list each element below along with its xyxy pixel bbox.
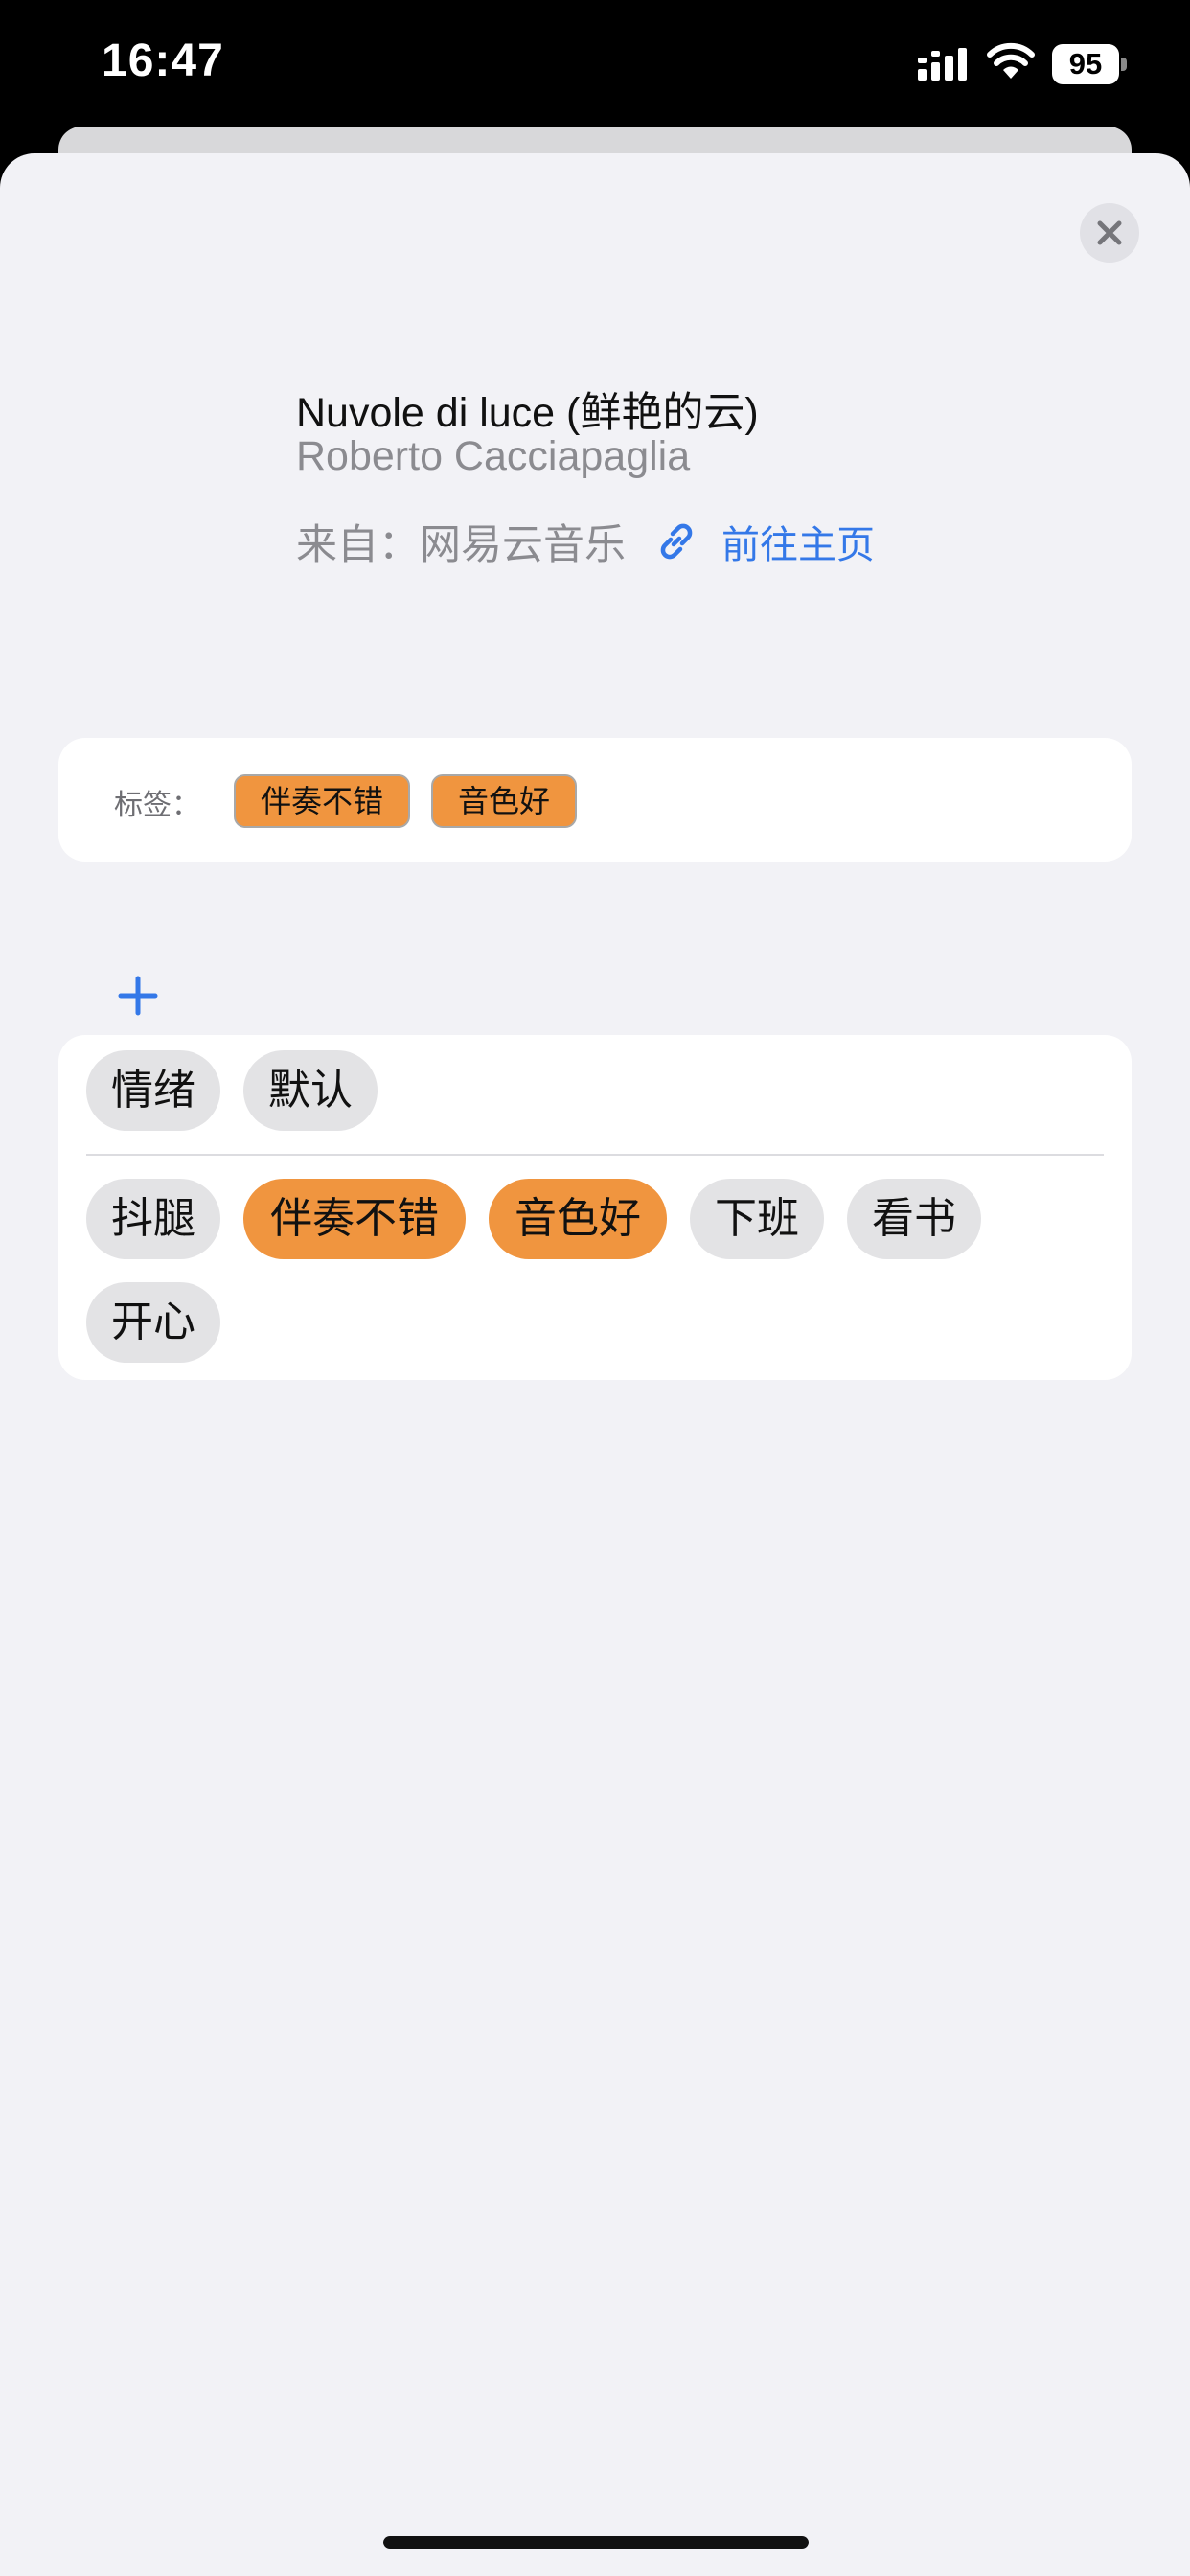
song-title: Nuvole di luce (鲜艳的云): [296, 390, 759, 436]
tag-option[interactable]: 下班: [690, 1179, 824, 1259]
close-button[interactable]: [1080, 203, 1139, 263]
tag-option-selected[interactable]: 伴奏不错: [243, 1179, 466, 1259]
category-chip[interactable]: 情绪: [86, 1050, 220, 1131]
status-time: 16:47: [102, 35, 224, 86]
battery-tip: [1121, 58, 1127, 71]
song-artist: Roberto Cacciapaglia: [296, 433, 691, 479]
tag-option[interactable]: 看书: [847, 1179, 981, 1259]
divider: [86, 1154, 1104, 1156]
tags-label: 标签：: [114, 790, 200, 821]
home-indicator[interactable]: [383, 2536, 809, 2549]
tags-card: [58, 738, 1132, 862]
tag-option[interactable]: 开心: [86, 1282, 220, 1363]
tag-option-selected[interactable]: 音色好: [489, 1179, 667, 1259]
homepage-link[interactable]: 前往主页: [721, 514, 875, 569]
close-icon: [1097, 220, 1122, 245]
tag-option[interactable]: 抖腿: [86, 1179, 220, 1259]
tag-chip[interactable]: 伴奏不错: [234, 774, 410, 828]
status-bar: 16:47 95: [0, 0, 1190, 129]
signal-icon: [918, 48, 967, 80]
link-icon[interactable]: [654, 519, 698, 564]
category-chip[interactable]: 默认: [243, 1050, 378, 1131]
wifi-icon: [987, 42, 1035, 79]
source-label: 来自：网易云音乐: [296, 522, 626, 568]
add-icon[interactable]: [115, 973, 161, 1019]
source-row: 来自：网易云音乐 前往主页: [296, 513, 875, 570]
battery-level: 95: [1052, 44, 1119, 84]
battery-icon: 95: [1052, 44, 1127, 84]
tag-chip[interactable]: 音色好: [431, 774, 577, 828]
